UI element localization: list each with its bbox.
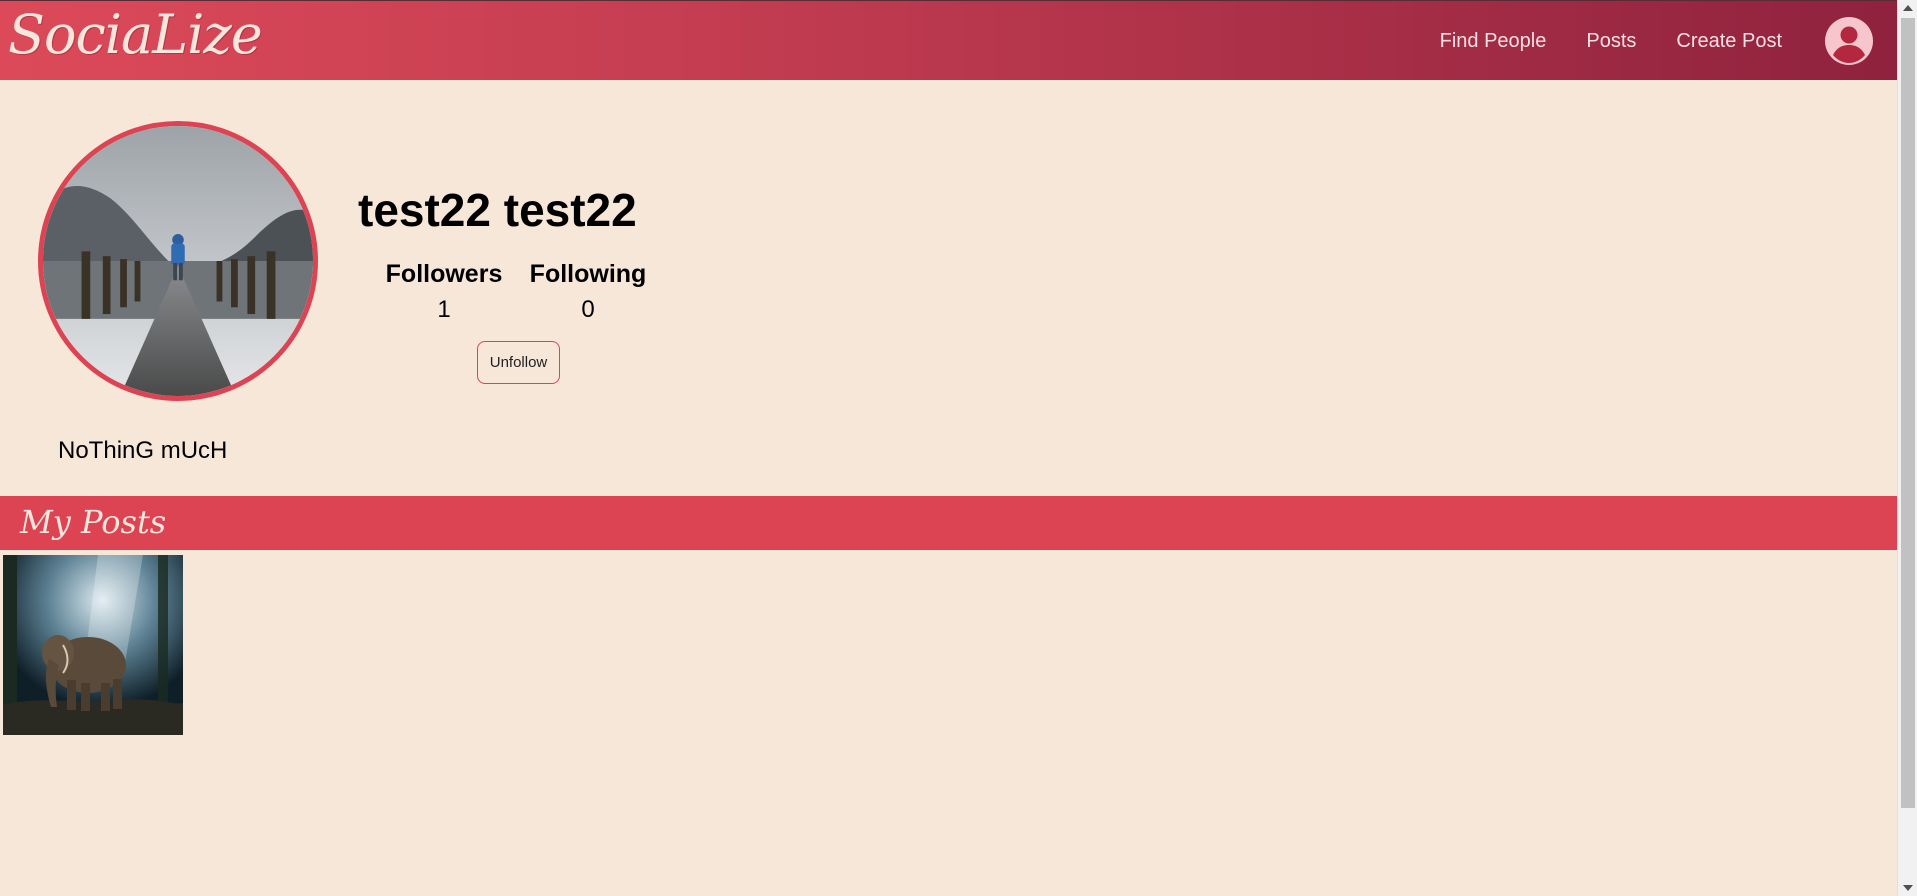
post-image	[3, 555, 183, 735]
nav-links: Find People Posts Create Post	[1440, 1, 1897, 81]
scroll-up-arrow-icon[interactable]	[1903, 5, 1913, 11]
profile-name: test22 test22	[358, 184, 637, 236]
followers-stat[interactable]: Followers 1	[385, 258, 503, 326]
following-count: 0	[581, 296, 595, 323]
nav-link-posts[interactable]: Posts	[1586, 30, 1636, 53]
account-circle-icon[interactable]	[1824, 16, 1874, 66]
navbar: SociaLize Find People Posts Create Post	[0, 0, 1897, 80]
scroll-down-arrow-icon[interactable]	[1903, 885, 1913, 891]
profile-avatar	[38, 121, 318, 401]
profile-bio: NoThinG mUcH	[58, 437, 228, 464]
post-thumbnail[interactable]	[3, 555, 183, 735]
nav-link-find-people[interactable]: Find People	[1440, 30, 1547, 53]
scroll-thumb[interactable]	[1901, 18, 1915, 808]
followers-label: Followers	[385, 260, 503, 288]
nav-link-create-post[interactable]: Create Post	[1676, 30, 1782, 53]
page-scrollbar[interactable]	[1897, 0, 1917, 896]
posts-section-header: My Posts	[0, 496, 1897, 550]
profile-photo	[43, 126, 313, 396]
profile-page: SociaLize Find People Posts Create Post	[0, 0, 1917, 896]
following-stat[interactable]: Following 0	[528, 258, 648, 326]
posts-title: My Posts	[20, 503, 167, 541]
brand-logo[interactable]: SociaLize	[8, 3, 263, 67]
following-label: Following	[529, 260, 647, 288]
followers-count: 1	[437, 296, 451, 323]
unfollow-button[interactable]: Unfollow	[477, 341, 560, 384]
